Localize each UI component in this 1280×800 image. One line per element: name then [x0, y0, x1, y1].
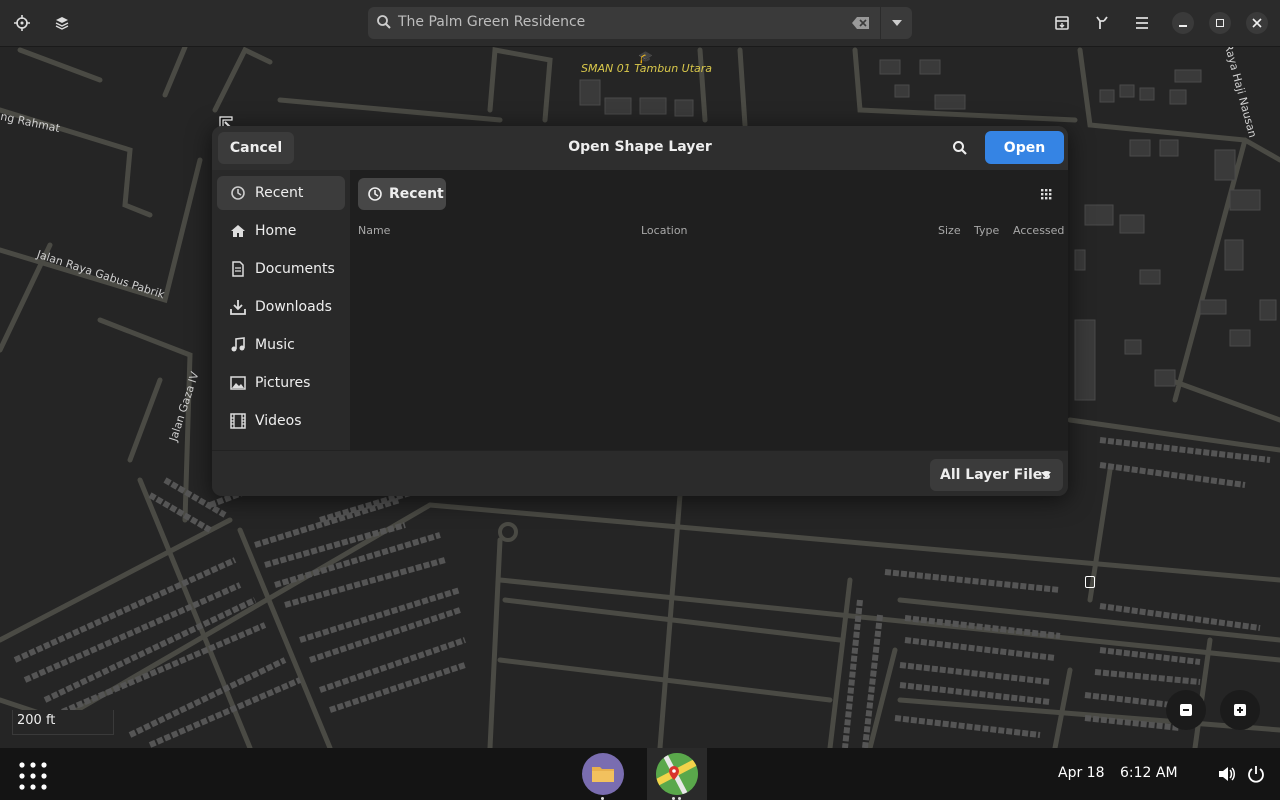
clock-icon — [367, 186, 383, 202]
volume-button[interactable] — [1217, 764, 1237, 784]
music-icon — [229, 336, 247, 354]
clock-time[interactable]: 6:12 AM — [1120, 765, 1178, 781]
taskbar: Apr 18 6:12 AM — [0, 748, 1280, 800]
export-icon — [1055, 16, 1069, 30]
dialog-title: Open Shape Layer — [568, 139, 712, 155]
dock-files-app[interactable] — [582, 753, 624, 795]
crosshair-icon — [14, 15, 30, 31]
folder-icon — [592, 767, 614, 782]
sidebar-item-pictures[interactable]: Pictures — [217, 366, 345, 400]
grid-icon — [1041, 189, 1052, 200]
sidebar-item-label: Videos — [255, 413, 302, 429]
view-options-button[interactable] — [1036, 184, 1056, 204]
column-accessed[interactable]: Accessed — [1013, 224, 1064, 237]
video-icon — [229, 412, 247, 430]
column-location[interactable]: Location — [641, 224, 688, 237]
filter-label: All Layer Files — [940, 467, 1051, 483]
close-icon — [1252, 18, 1262, 28]
zoom-in-button[interactable] — [1220, 690, 1260, 730]
document-icon — [229, 260, 247, 278]
zoom-out-button[interactable] — [1166, 690, 1206, 730]
search-icon — [953, 141, 967, 155]
marker-icon — [1085, 576, 1095, 588]
minimize-button[interactable] — [1172, 12, 1194, 34]
column-size[interactable]: Size — [938, 224, 961, 237]
file-filter-dropdown[interactable]: All Layer Files — [930, 459, 1063, 491]
download-icon — [229, 298, 247, 316]
layers-button[interactable] — [48, 9, 76, 37]
picture-icon — [229, 374, 247, 392]
layers-icon — [55, 17, 69, 30]
column-name[interactable]: Name — [358, 224, 390, 237]
search-entry[interactable]: The Palm Green Residence — [368, 7, 912, 39]
clear-text-icon[interactable] — [852, 15, 870, 31]
clock-date[interactable]: Apr 18 — [1058, 765, 1104, 781]
breadcrumb-label: Recent — [389, 186, 444, 202]
app-grid-button[interactable] — [18, 761, 48, 795]
sidebar-item-label: Music — [255, 337, 295, 353]
dock-maps-app[interactable] — [647, 748, 707, 800]
sidebar-item-label: Home — [255, 223, 297, 239]
sidebar-item-label: Pictures — [255, 375, 311, 391]
route-button[interactable] — [1088, 9, 1116, 37]
locate-button[interactable] — [8, 9, 36, 37]
home-icon — [229, 222, 247, 240]
sidebar-item-label: Recent — [255, 185, 304, 201]
export-button[interactable] — [1048, 9, 1076, 37]
sidebar-item-label: Downloads — [255, 299, 332, 315]
maximize-button[interactable] — [1209, 12, 1231, 34]
file-list[interactable]: Recent Name Location Size Type Accessed — [350, 170, 1068, 450]
power-button[interactable] — [1246, 764, 1266, 784]
route-icon — [1096, 16, 1108, 29]
poi-label[interactable]: SMAN 01 Tambun Utara — [581, 62, 712, 75]
open-file-dialog: Cancel Open Shape Layer Open Recent Home… — [212, 126, 1068, 496]
chevron-down-icon — [892, 20, 902, 26]
maximize-icon — [1216, 19, 1224, 27]
sidebar-item-home[interactable]: Home — [217, 214, 345, 248]
search-dropdown-button[interactable] — [880, 7, 913, 39]
header-bar: The Palm Green Residence — [0, 0, 1280, 47]
open-button[interactable]: Open — [985, 131, 1064, 164]
places-sidebar: Recent Home Documents Downloads Music Pi… — [212, 170, 350, 450]
close-button[interactable] — [1246, 12, 1268, 34]
minus-icon — [1180, 704, 1192, 716]
hamburger-icon — [1136, 17, 1148, 29]
clock-icon — [229, 184, 247, 202]
dialog-search-button[interactable] — [948, 136, 972, 160]
sidebar-item-music[interactable]: Music — [217, 328, 345, 362]
sidebar-item-downloads[interactable]: Downloads — [217, 290, 345, 324]
scale-bar: 200 ft — [12, 710, 114, 735]
sidebar-item-label: Documents — [255, 261, 335, 277]
plus-icon — [1234, 704, 1246, 716]
volume-icon — [1219, 767, 1235, 781]
sidebar-item-documents[interactable]: Documents — [217, 252, 345, 286]
maps-icon — [656, 753, 698, 795]
search-icon — [377, 15, 391, 29]
chevron-down-icon — [1041, 472, 1051, 478]
dialog-header: Cancel Open Shape Layer Open — [212, 126, 1068, 170]
breadcrumb-recent[interactable]: Recent — [358, 178, 446, 210]
app-grid-icon — [19, 762, 47, 790]
power-icon — [1248, 766, 1264, 783]
main-menu-button[interactable] — [1128, 9, 1156, 37]
column-type[interactable]: Type — [974, 224, 999, 237]
search-input[interactable]: The Palm Green Residence — [398, 14, 585, 30]
dialog-footer: All Layer Files — [212, 450, 1068, 496]
sidebar-item-videos[interactable]: Videos — [217, 404, 345, 438]
sidebar-item-recent[interactable]: Recent — [217, 176, 345, 210]
scale-label: 200 ft — [17, 713, 56, 728]
minimize-icon — [1179, 25, 1187, 27]
